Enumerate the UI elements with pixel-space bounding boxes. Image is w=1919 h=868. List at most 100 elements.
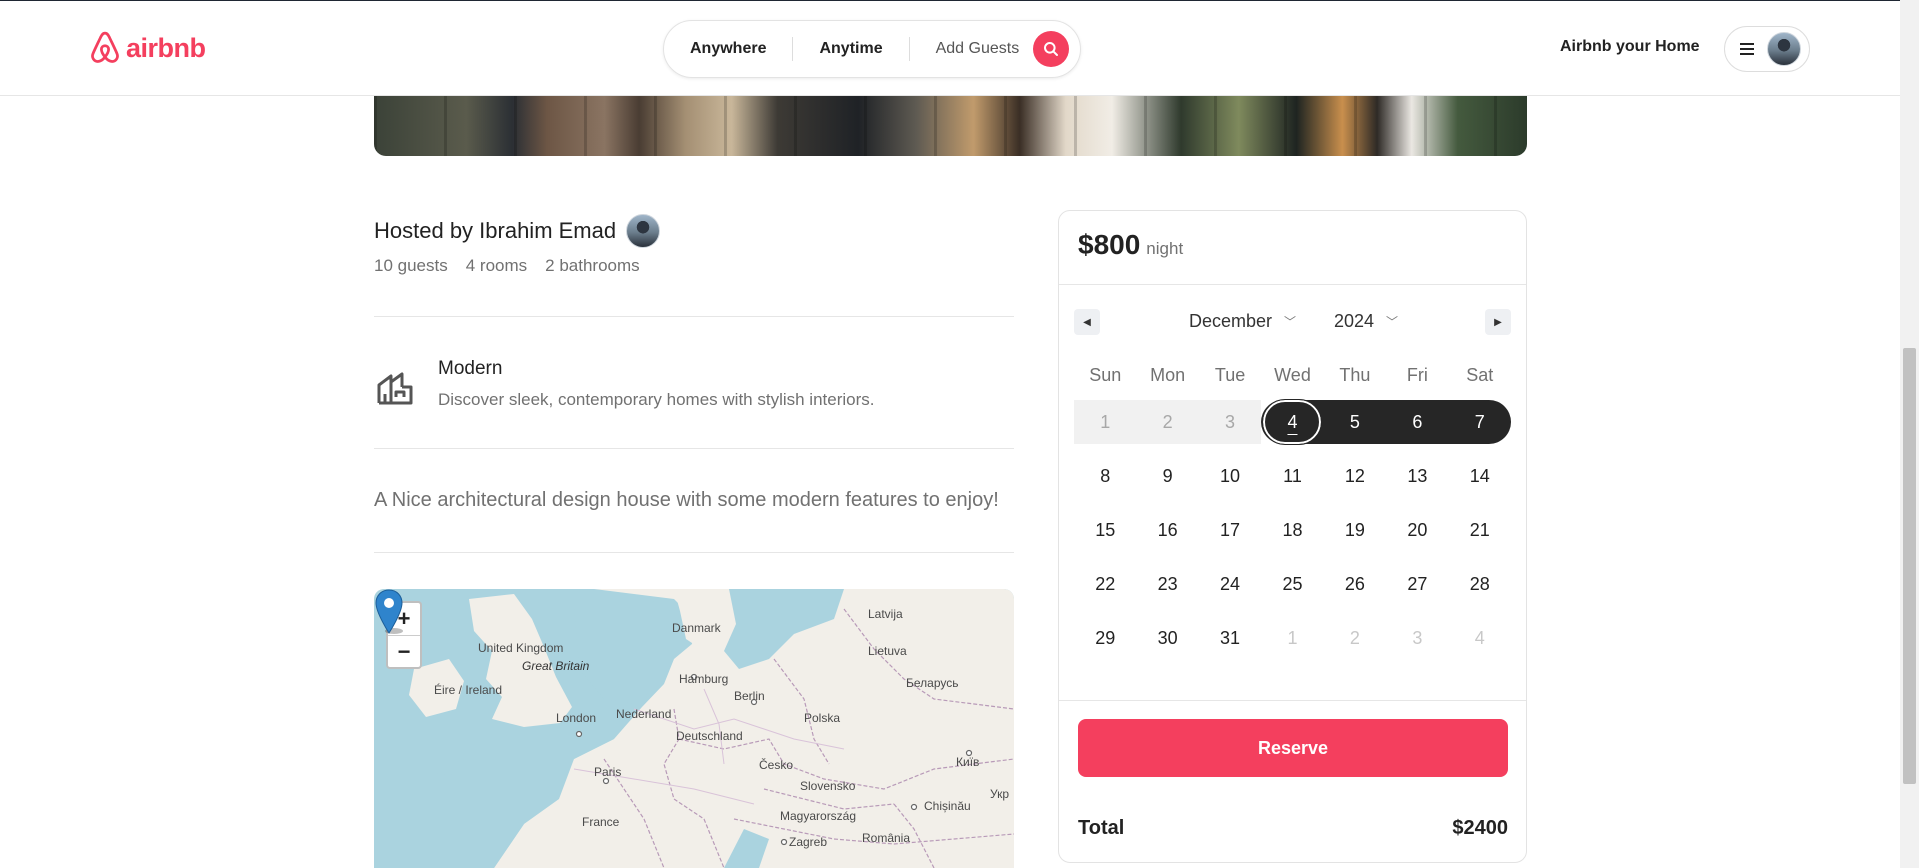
map-label-slovensko: Slovensko <box>800 779 856 793</box>
search-button[interactable] <box>1033 31 1070 67</box>
total-row: Total $2400 <box>1078 817 1508 840</box>
calendar-day-disabled: 1 <box>1074 400 1137 444</box>
host-avatar <box>626 214 661 248</box>
map-label-kyiv: Київ <box>956 755 980 769</box>
calendar-day[interactable]: 16 <box>1136 508 1198 552</box>
calendar-day[interactable]: 12 <box>1324 454 1386 498</box>
user-menu-button[interactable] <box>1724 26 1810 72</box>
map-label-hamburg: Hamburg <box>679 672 729 686</box>
previous-month-button[interactable]: ◀ <box>1074 309 1100 335</box>
calendar-day[interactable]: 31 <box>1199 616 1261 660</box>
search-anytime[interactable]: Anytime <box>793 37 908 61</box>
section-divider <box>374 316 1014 317</box>
card-divider <box>1059 284 1526 285</box>
map-label-france: France <box>582 815 620 829</box>
scrollbar-thumb[interactable] <box>1903 348 1916 784</box>
map-label-eire: Éire / Ireland <box>434 683 503 697</box>
map-label-ukr: Укр <box>990 787 1010 801</box>
calendar-day[interactable]: 28 <box>1449 562 1511 606</box>
airbnb-your-home-link[interactable]: Airbnb your Home <box>1560 38 1700 56</box>
calendar-day[interactable]: 17 <box>1199 508 1261 552</box>
calendar-day[interactable]: 19 <box>1324 508 1386 552</box>
location-map[interactable]: Latvija Danmark United Kingdom Great Bri… <box>374 589 1014 868</box>
search-bar[interactable]: Anywhere Anytime Add Guests <box>663 20 1081 78</box>
year-select[interactable]: 2024 ﹀ <box>1334 311 1398 332</box>
calendar-day[interactable]: 22 <box>1074 562 1136 606</box>
calendar-day[interactable]: 9 <box>1136 454 1198 498</box>
calendar-day[interactable]: 15 <box>1074 508 1136 552</box>
category-name: Modern <box>438 358 503 379</box>
calendar-day[interactable]: 23 <box>1136 562 1198 606</box>
price-row: $800 night <box>1078 229 1183 261</box>
calendar-day-disabled: 3 <box>1198 400 1262 444</box>
weekday-row: Sun Mon Tue Wed Thu Fri Sat <box>1074 365 1511 386</box>
map-label-london: London <box>556 711 597 725</box>
search-add-guests[interactable]: Add Guests <box>910 37 1032 61</box>
map-label-lietuva: Lietuva <box>868 644 907 658</box>
weekday-label: Wed <box>1274 365 1311 385</box>
map-pin-icon[interactable] <box>374 589 404 635</box>
calendar-day[interactable]: 25 <box>1261 562 1323 606</box>
booking-card: $800 night ◀ December ﹀ 2024 ﹀ ▶ Sun Mon… <box>1058 210 1527 863</box>
map-label-deutschland: Deutschland <box>676 729 743 743</box>
listing-photo <box>374 96 1527 156</box>
next-month-button[interactable]: ▶ <box>1485 309 1511 335</box>
weekday-label: Fri <box>1406 365 1428 385</box>
calendar-day[interactable]: 27 <box>1386 562 1448 606</box>
guest-count: 10 guests <box>374 256 448 275</box>
month-select[interactable]: December ﹀ <box>1189 311 1296 332</box>
calendar-day[interactable]: 14 <box>1449 454 1511 498</box>
nightly-price: $800 <box>1078 229 1141 260</box>
calendar-day-next-month: 1 <box>1287 627 1298 648</box>
airbnb-logo-icon <box>91 31 119 63</box>
calendar-day[interactable]: 24 <box>1199 562 1261 606</box>
calendar-day[interactable]: 29 <box>1074 616 1136 660</box>
year-value: 2024 <box>1334 311 1375 331</box>
zoom-out-button[interactable]: − <box>388 635 420 667</box>
map-label-danmark: Danmark <box>672 621 721 635</box>
card-divider <box>1059 700 1526 701</box>
map-label-cesko: Česko <box>759 758 794 772</box>
month-value: December <box>1189 311 1273 331</box>
menu-icon <box>1740 43 1754 55</box>
calendar-day[interactable]: 11 <box>1261 454 1323 498</box>
calendar-days: 1 2 3 4 5 6 7 8 9 10 11 12 13 14 15 16 1… <box>1074 399 1511 660</box>
airbnb-logo[interactable]: airbnb <box>88 30 206 66</box>
arrow-left-icon: ◀ <box>1083 316 1091 328</box>
weekday-label: Tue <box>1214 365 1246 385</box>
listing-description: A Nice architectural design house with s… <box>374 489 999 511</box>
page-scrollbar[interactable] <box>1900 0 1919 868</box>
map-label-berlin: Berlin <box>734 689 765 703</box>
host-heading: Hosted by Ibrahim Emad <box>374 214 661 248</box>
calendar-day[interactable]: 21 <box>1449 508 1511 552</box>
calendar-day[interactable]: 10 <box>1199 454 1261 498</box>
category-text: Modern Discover sleek, contemporary home… <box>438 356 874 410</box>
calendar-day-selected-start[interactable]: 4 <box>1261 399 1324 445</box>
calendar-day[interactable]: 20 <box>1386 508 1448 552</box>
calendar-day[interactable]: 30 <box>1136 616 1198 660</box>
map-label-paris: Paris <box>594 765 622 779</box>
calendar-day[interactable]: 13 <box>1386 454 1448 498</box>
calendar-header: ◀ December ﹀ 2024 ﹀ ▶ <box>1074 309 1511 337</box>
section-divider <box>374 552 1014 553</box>
map-label-romania: România <box>862 831 911 845</box>
chevron-down-icon: ﹀ <box>1386 315 1399 329</box>
calendar-day-selected[interactable]: 6 <box>1386 400 1449 444</box>
reserve-button[interactable]: Reserve <box>1078 719 1508 777</box>
host-title-text: Hosted by Ibrahim Emad <box>374 218 617 243</box>
calendar-day[interactable]: 8 <box>1074 454 1136 498</box>
weekday-label: Sat <box>1466 365 1494 385</box>
map-label-nederland: Nederland <box>616 707 672 721</box>
calendar-day[interactable]: 18 <box>1261 508 1323 552</box>
total-label: Total <box>1078 817 1125 839</box>
top-navbar: airbnb Anywhere Anytime Add Guests Airbn… <box>0 0 1900 96</box>
calendar-day[interactable]: 26 <box>1324 562 1386 606</box>
calendar-day-selected[interactable]: 5 <box>1323 400 1387 444</box>
map-label-magyarorszag: Magyarország <box>780 809 857 823</box>
calendar-day-disabled: 2 <box>1136 400 1199 444</box>
search-anywhere[interactable]: Anywhere <box>664 37 792 61</box>
map-label-polska: Polska <box>804 711 841 725</box>
calendar-day-next-month: 2 <box>1349 627 1360 648</box>
calendar-day-selected-end[interactable]: 7 <box>1448 400 1511 444</box>
map-label-great-britain: Great Britain <box>522 659 590 673</box>
